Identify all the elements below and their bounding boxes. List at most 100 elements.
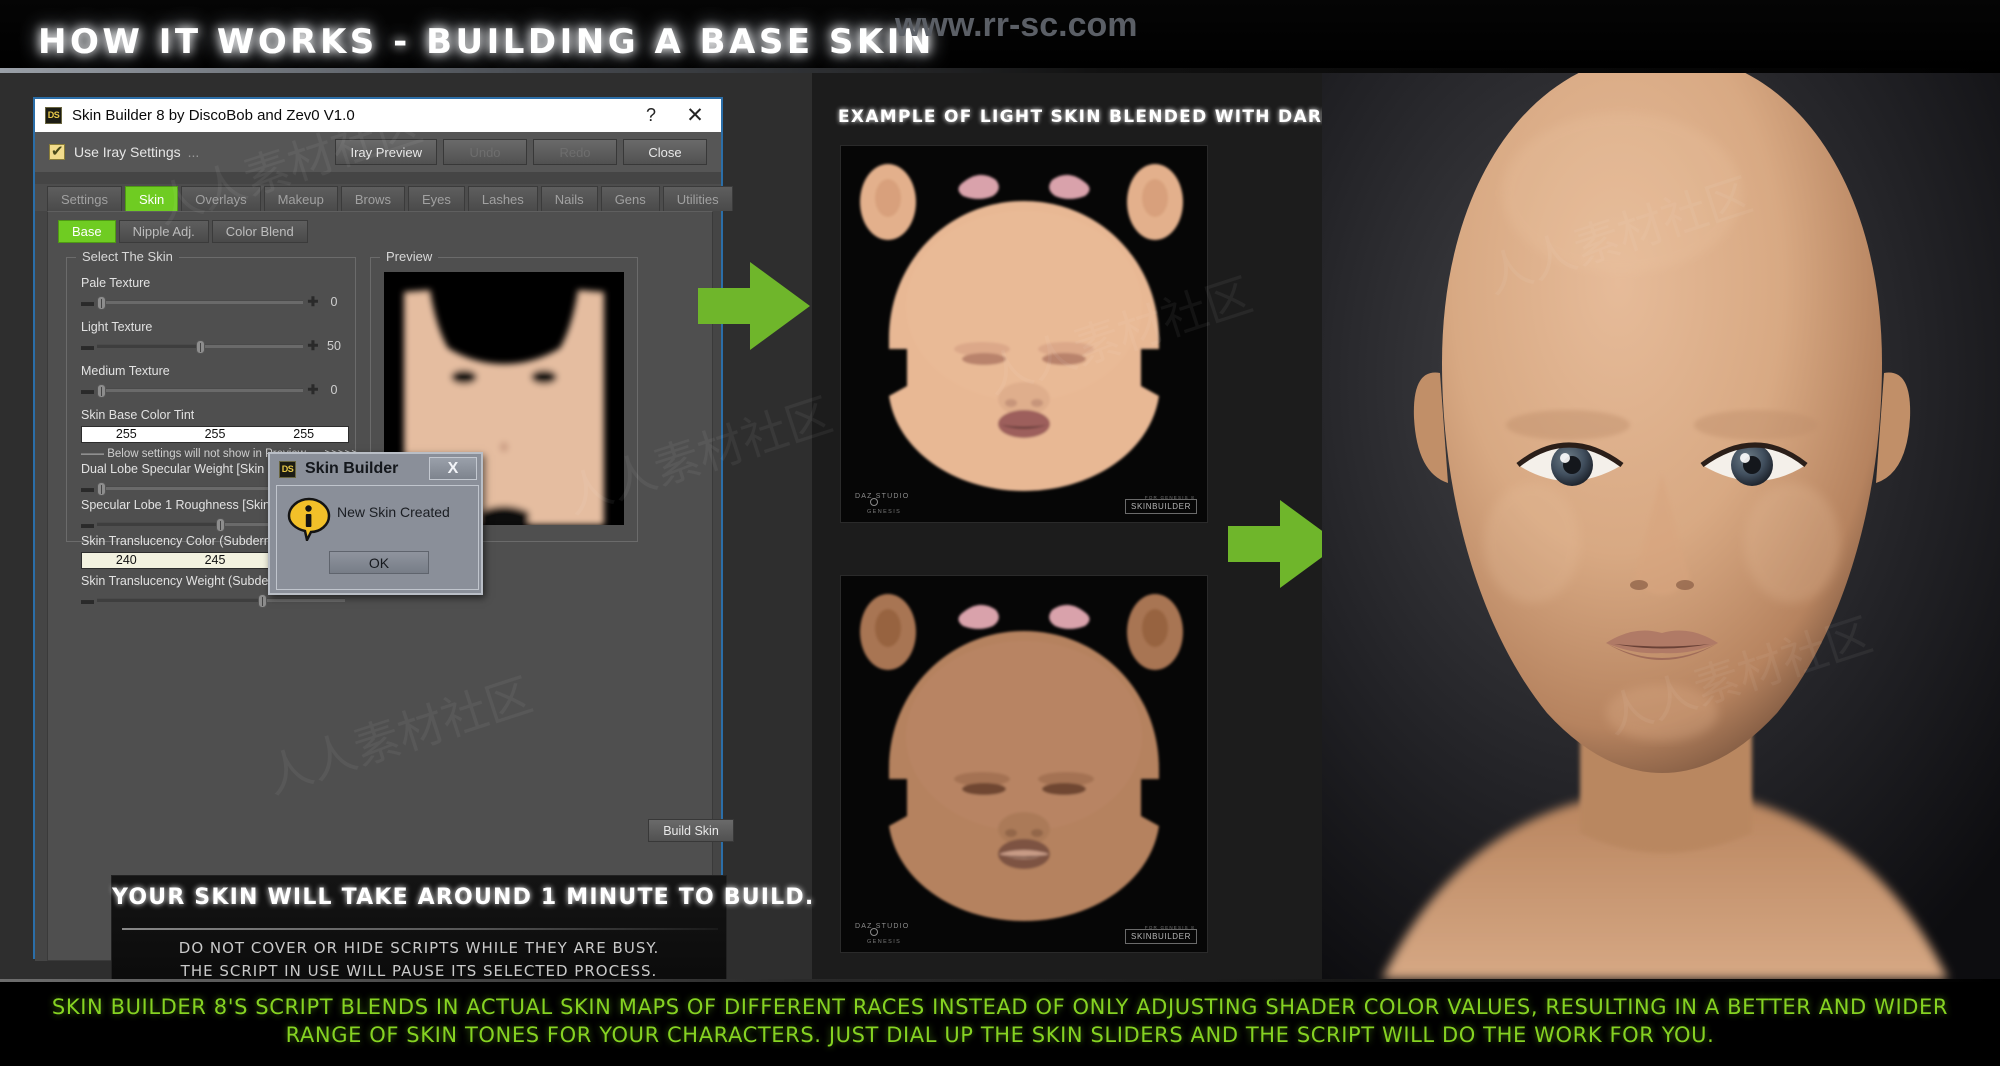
minus-icon[interactable]: ▬ — [81, 481, 94, 494]
page-title: HOW IT WORKS - BUILDING A BASE SKIN — [38, 22, 935, 62]
toolbar: Use Iray Settings ... Iray Preview Undo … — [35, 132, 721, 172]
checkbox-checked-icon — [49, 142, 65, 160]
slider-knob[interactable] — [97, 296, 106, 310]
caption-line-2: RANGE OF SKIN TONES FOR YOUR CHARACTERS.… — [285, 1023, 1715, 1047]
banner-divider — [122, 928, 718, 930]
tint-g-value[interactable]: 255 — [171, 427, 260, 442]
subtab-nipple-adj[interactable]: Nipple Adj. — [118, 220, 209, 243]
slider-row[interactable]: ▬ — [81, 593, 349, 608]
slider-label: Pale Texture — [81, 276, 151, 290]
light-uv-svg — [841, 146, 1207, 522]
slider-row[interactable]: ▬ ✚ 0 — [81, 295, 349, 310]
sub-tab-bar: Base Nipple Adj. Color Blend — [58, 220, 311, 243]
tab-utilities[interactable]: Utilities — [662, 186, 733, 211]
slider-track[interactable] — [97, 340, 303, 354]
subtab-color-blend[interactable]: Color Blend — [211, 220, 308, 243]
slider-knob[interactable] — [258, 594, 268, 608]
dialog-titlebar: DS Skin Builder X — [270, 454, 481, 484]
use-iray-settings-checkbox[interactable]: Use Iray Settings ... — [49, 142, 200, 160]
close-icon[interactable]: ✕ — [673, 99, 717, 132]
slider-light-texture[interactable]: Light Texture ▬ ✚ 50 — [81, 320, 349, 354]
caption-line-1: SKIN BUILDER 8'S SCRIPT BLENDS IN ACTUAL… — [51, 995, 1949, 1019]
preview-title: Preview — [380, 249, 439, 264]
toolbar-button-group: Iray Preview Undo Redo Close — [335, 139, 707, 165]
tint-b-value[interactable]: 255 — [259, 427, 348, 442]
slider-knob[interactable] — [97, 384, 106, 398]
slider-fill — [97, 599, 264, 602]
plus-icon[interactable]: ✚ — [307, 295, 319, 308]
plus-icon[interactable]: ✚ — [307, 383, 319, 396]
minus-icon[interactable]: ▬ — [81, 593, 94, 606]
tab-eyes[interactable]: Eyes — [407, 186, 465, 211]
daz-studio-logo-icon: DS — [279, 460, 296, 478]
genesis-tag: GENESIS — [867, 509, 902, 515]
dialog-content: New Skin Created OK — [276, 485, 479, 590]
minus-icon[interactable]: ▬ — [81, 295, 94, 308]
window-titlebar: DS Skin Builder 8 by DiscoBob and Zev0 V… — [35, 99, 721, 132]
daz-studio-tag: DAZ STUDIO — [855, 923, 910, 930]
slider-label: Medium Texture — [81, 364, 170, 378]
slider-knob[interactable] — [97, 482, 106, 496]
tab-brows[interactable]: Brows — [340, 186, 405, 211]
genesis-tag: GENESIS — [867, 939, 902, 945]
translucency-r-value[interactable]: 240 — [82, 553, 171, 568]
dialog-title: Skin Builder — [305, 460, 399, 477]
main-tab-bar: Settings Skin Overlays Makeup Brows Eyes… — [35, 184, 733, 211]
banner-line-1: YOUR SKIN WILL TAKE AROUND 1 MINUTE TO B… — [112, 885, 815, 910]
build-skin-button[interactable]: Build Skin — [648, 819, 734, 842]
slider-fill — [97, 345, 200, 348]
slider-row[interactable]: ▬ ✚ 50 — [81, 339, 349, 354]
checkbox-ellipsis: ... — [187, 144, 200, 160]
redo-button[interactable]: Redo — [533, 139, 617, 165]
iray-preview-button[interactable]: Iray Preview — [335, 139, 437, 165]
select-the-skin-title: Select The Skin — [76, 249, 179, 264]
dialog-ok-button[interactable]: OK — [329, 551, 429, 574]
skinbuilder-tag: SKINBUILDER — [1125, 499, 1197, 514]
caption-band: SKIN BUILDER 8'S SCRIPT BLENDS IN ACTUAL… — [0, 979, 2000, 1066]
skin-base-color-tint-field[interactable]: 255 255 255 — [81, 426, 349, 443]
banner-line-2: DO NOT COVER OR HIDE SCRIPTS WHILE THEY … — [178, 939, 660, 957]
subtab-base[interactable]: Base — [58, 220, 116, 243]
tab-skin[interactable]: Skin — [124, 186, 179, 211]
new-skin-created-dialog: DS Skin Builder X New Skin Created OK — [268, 452, 483, 595]
slider-track[interactable] — [97, 594, 345, 608]
tab-nails[interactable]: Nails — [540, 186, 598, 211]
tab-settings[interactable]: Settings — [47, 186, 122, 211]
screenshot-root: HOW IT WORKS - BUILDING A BASE SKIN www.… — [0, 0, 2000, 1066]
minus-icon[interactable]: ▬ — [81, 517, 94, 530]
slider-medium-texture[interactable]: Medium Texture ▬ ✚ 0 — [81, 364, 349, 398]
help-icon[interactable]: ? — [629, 99, 673, 132]
window-title: Skin Builder 8 by DiscoBob and Zev0 V1.0 — [72, 107, 355, 124]
slider-pale-texture[interactable]: Pale Texture ▬ ✚ 0 — [81, 276, 349, 310]
slider-knob[interactable] — [195, 340, 205, 354]
tab-lashes[interactable]: Lashes — [467, 186, 538, 211]
close-button[interactable]: Close — [623, 139, 707, 165]
tint-r-value[interactable]: 255 — [82, 427, 171, 442]
slider-track[interactable] — [97, 296, 303, 310]
slider-knob[interactable] — [216, 518, 226, 532]
portrait-svg — [1322, 73, 2000, 979]
daz-studio-logo-icon: DS — [45, 107, 62, 124]
tab-makeup[interactable]: Makeup — [263, 186, 338, 211]
tab-gens[interactable]: Gens — [600, 186, 660, 211]
dark-skin-uv-map: DAZ STUDIO GENESIS FOR GENESIS 8 SKINBUI… — [840, 575, 1208, 953]
slider-row[interactable]: ▬ ✚ 0 — [81, 383, 349, 398]
minus-icon[interactable]: ▬ — [81, 339, 94, 352]
undo-button[interactable]: Undo — [443, 139, 527, 165]
use-iray-settings-label: Use Iray Settings — [74, 144, 181, 160]
dialog-close-button[interactable]: X — [429, 457, 477, 480]
slider-track[interactable] — [97, 384, 303, 398]
slider-label: Light Texture — [81, 320, 153, 334]
genesis-ring-icon — [870, 498, 878, 506]
dark-uv-svg — [841, 576, 1207, 952]
tab-overlays[interactable]: Overlays — [181, 186, 261, 211]
minus-icon[interactable]: ▬ — [81, 383, 94, 396]
skinbuilder-tag: SKINBUILDER — [1125, 929, 1197, 944]
translucency-g-value[interactable]: 245 — [171, 553, 260, 568]
banner-line-3: THE SCRIPT IN USE WILL PAUSE ITS SELECTE… — [180, 962, 658, 980]
plus-icon[interactable]: ✚ — [307, 339, 319, 352]
arrow-right-upper-icon — [698, 262, 810, 350]
caption-divider — [0, 979, 2000, 982]
rendered-character-portrait — [1322, 73, 2000, 979]
dialog-message: New Skin Created — [337, 504, 450, 520]
